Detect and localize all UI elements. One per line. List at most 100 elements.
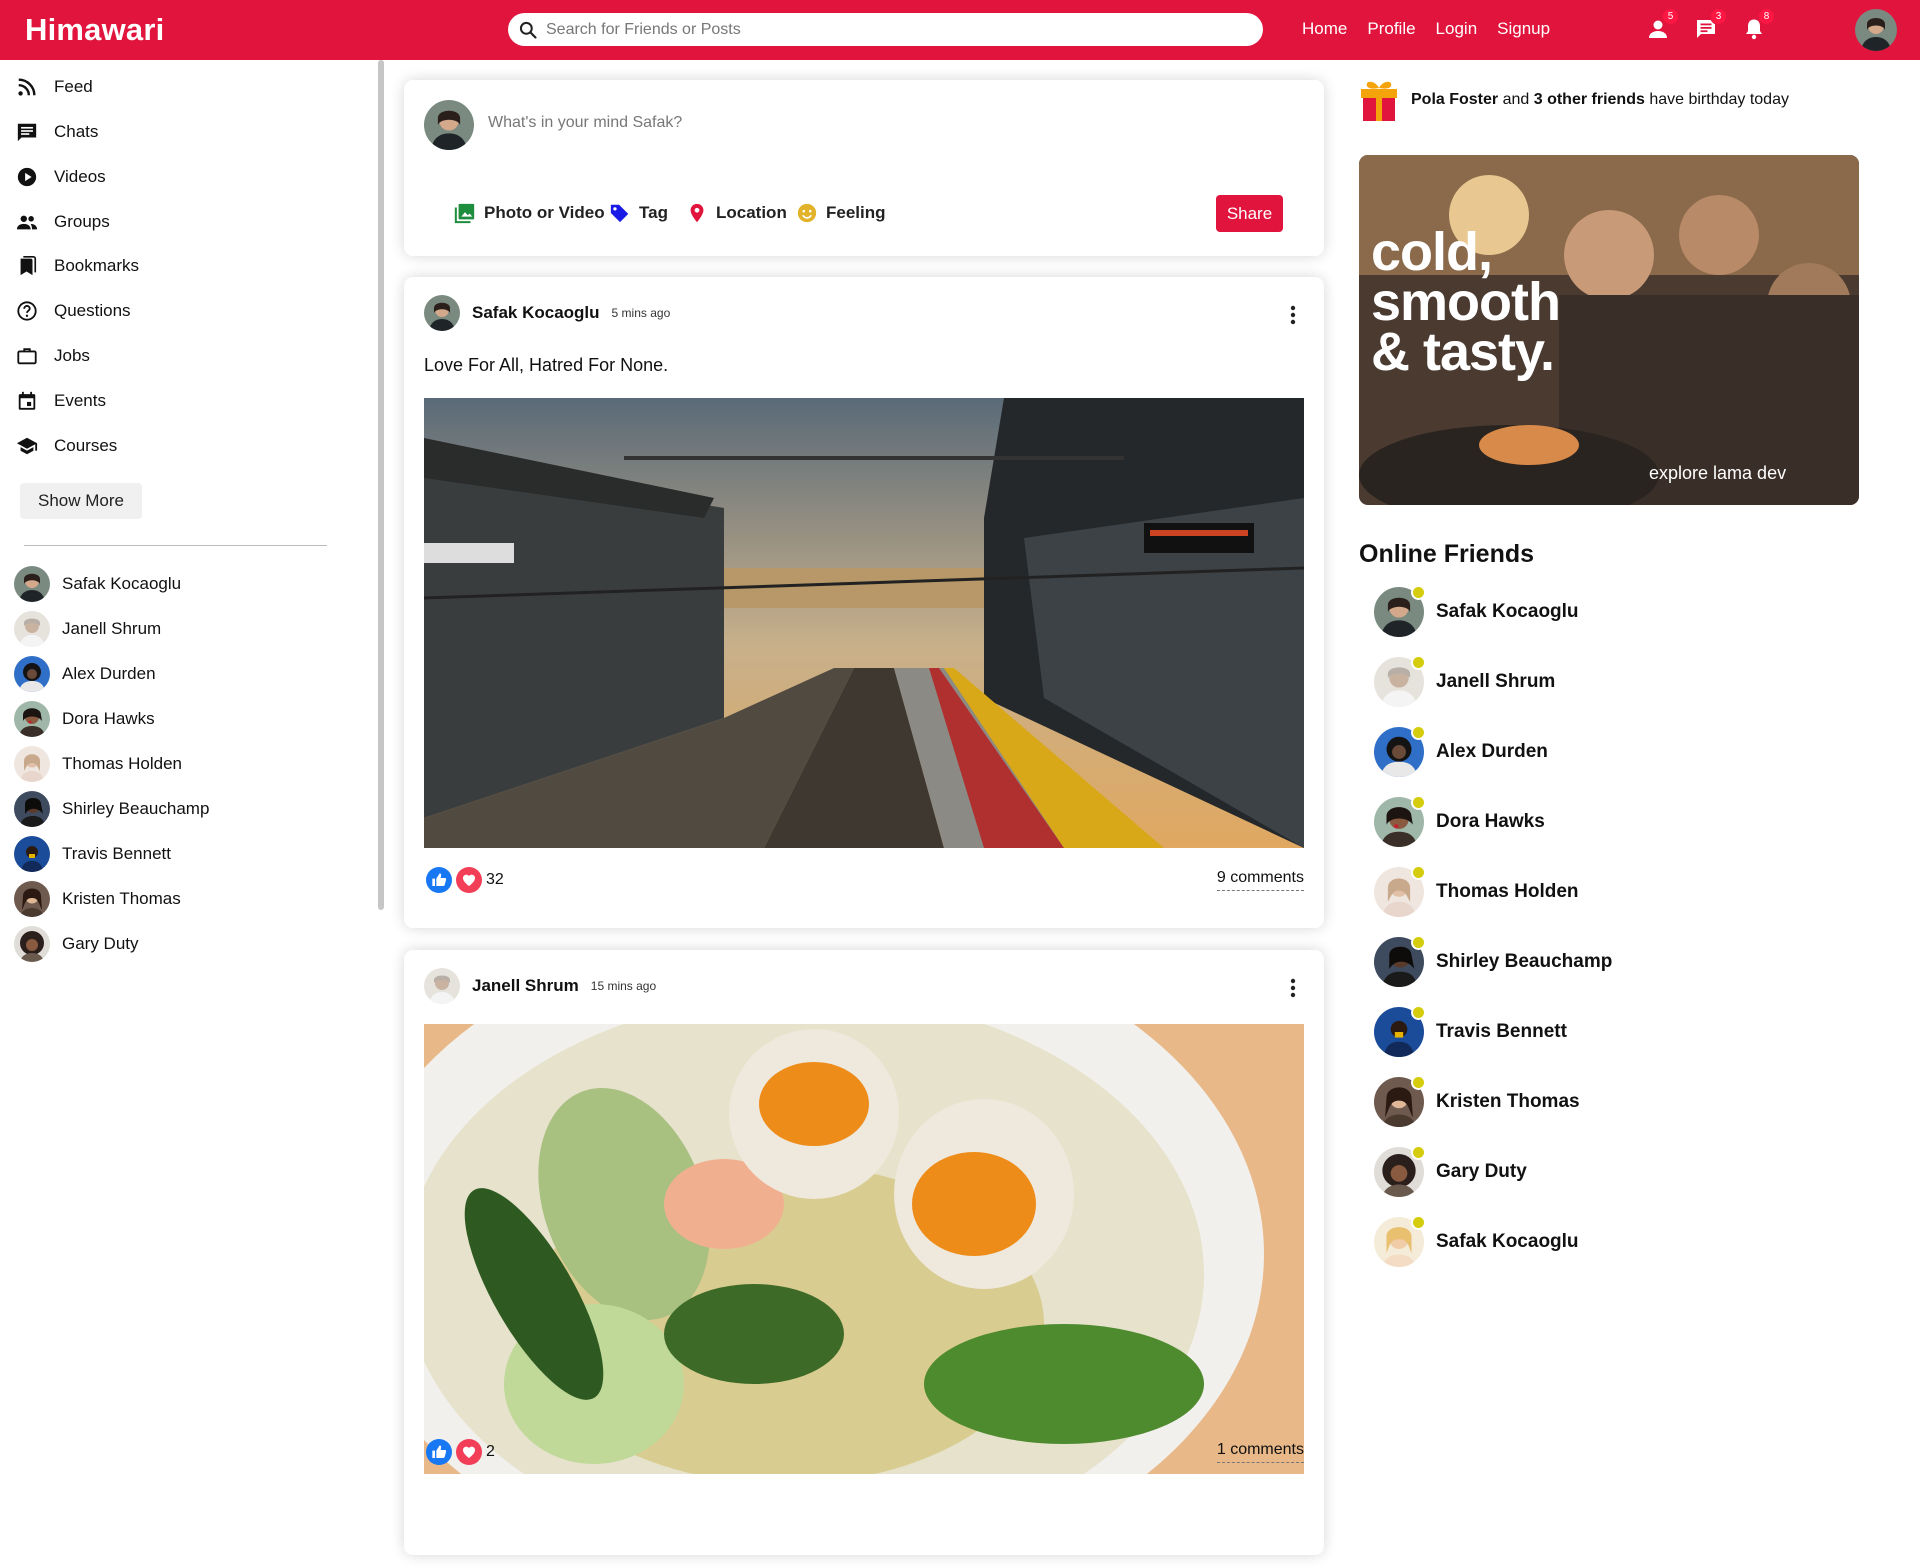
tag-option[interactable]: Tag xyxy=(609,202,668,224)
chat-icon xyxy=(17,123,37,142)
avatar xyxy=(1374,865,1426,917)
sidebar-item-courses[interactable]: Courses xyxy=(16,435,117,457)
logo[interactable]: Himawari xyxy=(25,12,164,48)
comments-link[interactable]: 9 comments xyxy=(1216,869,1304,891)
online-friend[interactable]: Alex Durden xyxy=(1374,725,1548,777)
sidebar-item-chats[interactable]: Chats xyxy=(16,121,98,143)
nav-profile[interactable]: Profile xyxy=(1367,19,1415,39)
avatar[interactable] xyxy=(424,968,460,1004)
friend-name: Safak Kocaoglu xyxy=(1436,1231,1579,1252)
avatar xyxy=(14,791,50,827)
heart-icon[interactable] xyxy=(456,867,482,893)
avatar xyxy=(1374,1145,1426,1197)
online-friend[interactable]: Shirley Beauchamp xyxy=(1374,935,1613,987)
birthday-others[interactable]: 3 other friends xyxy=(1534,91,1645,108)
online-indicator xyxy=(1411,655,1426,670)
avatar[interactable] xyxy=(424,295,460,331)
sidebar-friend[interactable]: Janell Shrum xyxy=(14,611,161,647)
location-pin-icon xyxy=(690,203,704,223)
sidebar-friend[interactable]: Shirley Beauchamp xyxy=(14,791,209,827)
share-button[interactable]: Share xyxy=(1216,195,1283,232)
sidebar-friend[interactable]: Travis Bennett xyxy=(14,836,171,872)
online-friend[interactable]: Travis Bennett xyxy=(1374,1005,1567,1057)
friend-name: Kristen Thomas xyxy=(62,889,181,908)
briefcase-icon xyxy=(17,348,37,365)
friend-name: Shirley Beauchamp xyxy=(62,799,210,818)
location-option[interactable]: Location xyxy=(686,202,787,224)
more-options-icon[interactable] xyxy=(1290,305,1296,330)
post-username[interactable]: Janell Shrum xyxy=(472,976,579,996)
school-icon xyxy=(16,437,38,455)
sidebar-scrollbar[interactable] xyxy=(378,60,384,910)
birthday-and: and xyxy=(1498,91,1534,108)
online-friend[interactable]: Janell Shrum xyxy=(1374,655,1555,707)
friend-requests-button[interactable]: 5 xyxy=(1645,8,1679,44)
friend-name: Shirley Beauchamp xyxy=(1436,951,1613,972)
ad-tagline: explore lama dev xyxy=(1649,463,1787,483)
calendar-icon xyxy=(18,391,36,410)
emoji-icon xyxy=(797,203,817,223)
feeling-option[interactable]: Feeling xyxy=(796,202,886,224)
sidebar-item-events[interactable]: Events xyxy=(16,390,106,412)
heart-icon[interactable] xyxy=(456,1439,482,1465)
sidebar-item-jobs[interactable]: Jobs xyxy=(16,345,90,367)
birthday-rest: have birthday today xyxy=(1644,91,1789,108)
post-time: 15 mins ago xyxy=(590,979,657,993)
birthday-name[interactable]: Pola Foster xyxy=(1411,91,1498,108)
sidebar-item-groups[interactable]: Groups xyxy=(16,211,110,233)
like-icon[interactable] xyxy=(426,867,452,893)
online-friend[interactable]: Kristen Thomas xyxy=(1374,1075,1580,1127)
nav-login[interactable]: Login xyxy=(1436,19,1478,39)
share-input[interactable] xyxy=(488,114,1188,132)
search-input[interactable] xyxy=(546,20,1226,39)
sidebar-friend[interactable]: Dora Hawks xyxy=(14,701,155,737)
avatar xyxy=(1374,1215,1426,1267)
nav-signup[interactable]: Signup xyxy=(1497,19,1550,39)
online-friend[interactable]: Safak Kocaoglu xyxy=(1374,1215,1579,1267)
group-icon xyxy=(16,215,38,230)
notifications-button[interactable]: 8 xyxy=(1741,8,1775,44)
online-friend[interactable]: Dora Hawks xyxy=(1374,795,1545,847)
post-username[interactable]: Safak Kocaoglu xyxy=(472,303,600,323)
sidebar-item-label: Jobs xyxy=(54,346,90,365)
sidebar-friend[interactable]: Thomas Holden xyxy=(14,746,182,782)
ad-line: cold, xyxy=(1371,222,1493,282)
photo-library-icon xyxy=(454,203,475,224)
like-icon[interactable] xyxy=(426,1439,452,1465)
avatar xyxy=(14,611,50,647)
nav-home[interactable]: Home xyxy=(1302,19,1347,39)
online-indicator xyxy=(1411,935,1426,950)
search-bar[interactable] xyxy=(508,13,1263,46)
sidebar-friend[interactable]: Safak Kocaoglu xyxy=(14,566,181,602)
sidebar-item-feed[interactable]: Feed xyxy=(16,76,93,98)
sidebar-item-label: Courses xyxy=(54,436,118,455)
online-friend[interactable]: Thomas Holden xyxy=(1374,865,1579,917)
ad-banner[interactable]: cold, smooth & tasty. explore lama dev xyxy=(1359,155,1859,505)
post-reactions: 2 xyxy=(426,1439,495,1465)
online-friend[interactable]: Gary Duty xyxy=(1374,1145,1527,1197)
sidebar-friend[interactable]: Kristen Thomas xyxy=(14,881,181,917)
online-friend[interactable]: Safak Kocaoglu xyxy=(1374,585,1579,637)
sidebar-item-bookmarks[interactable]: Bookmarks xyxy=(16,255,139,277)
avatar xyxy=(1374,935,1426,987)
avatar xyxy=(424,100,474,150)
post-image[interactable] xyxy=(424,398,1304,848)
comments-link[interactable]: 1 comments xyxy=(1216,1441,1304,1463)
sidebar-friend[interactable]: Gary Duty xyxy=(14,926,139,962)
show-more-button[interactable]: Show More xyxy=(20,483,142,519)
sidebar-friend[interactable]: Alex Durden xyxy=(14,656,156,692)
sidebar-item-label: Feed xyxy=(54,77,93,96)
messages-button[interactable]: 3 xyxy=(1693,8,1727,44)
sidebar-item-questions[interactable]: Questions xyxy=(16,300,131,322)
profile-avatar[interactable] xyxy=(1855,9,1897,51)
photo-video-option[interactable]: Photo or Video xyxy=(454,202,605,224)
avatar xyxy=(14,746,50,782)
nav-links: Home Profile Login Signup xyxy=(1302,19,1550,39)
more-options-icon[interactable] xyxy=(1290,978,1296,1003)
sidebar-item-videos[interactable]: Videos xyxy=(16,166,106,188)
friend-name: Alex Durden xyxy=(1436,741,1548,762)
post-image[interactable] xyxy=(424,1024,1304,1474)
bookmark-icon xyxy=(20,256,37,276)
like-count: 2 xyxy=(486,1443,495,1460)
help-circle-icon xyxy=(17,301,37,321)
